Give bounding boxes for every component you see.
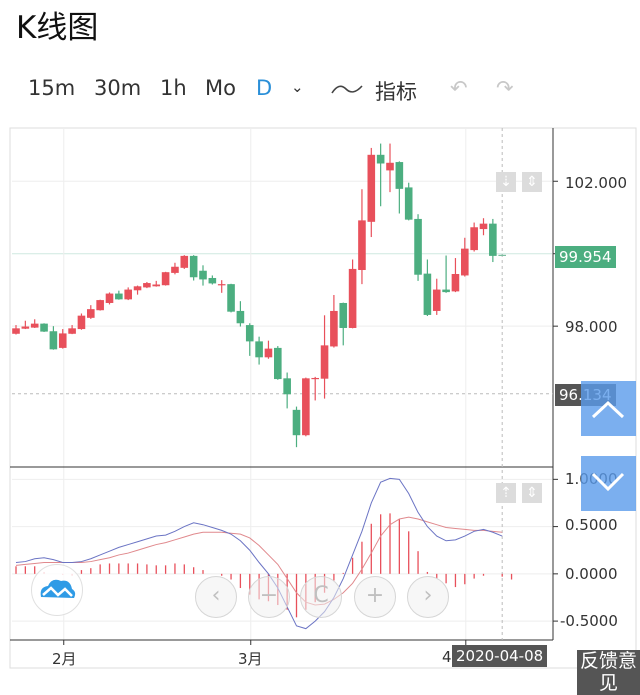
candle-body [479, 223, 488, 230]
candle-body [180, 255, 189, 268]
chevron-down-icon [591, 472, 625, 492]
candle-body [358, 220, 366, 271]
candle-body [451, 273, 460, 292]
candle-body [330, 310, 338, 347]
candle-body [274, 347, 282, 380]
candle-body [348, 268, 357, 328]
candle-body [40, 323, 48, 332]
chevron-up-icon [591, 400, 625, 419]
candle-body [489, 223, 497, 256]
candle-body [49, 331, 58, 350]
pan-left-button[interactable]: ‹ [195, 576, 237, 618]
candle-body [171, 266, 179, 273]
candle-body [442, 289, 450, 293]
candle-body [339, 302, 348, 328]
candle-body [432, 289, 441, 311]
arrows-vertical-icon[interactable]: ⇕ [522, 172, 542, 192]
scroll-down-button[interactable] [581, 456, 636, 511]
reset-button[interactable]: C [300, 576, 342, 618]
candle-body [414, 218, 422, 275]
candle-body [311, 377, 319, 380]
x-tick-label: 4 [442, 648, 452, 666]
macd-y-tick: 0.0000 [565, 565, 618, 583]
candle-body [498, 254, 506, 256]
candle-body [115, 293, 123, 300]
y-tick-label: 102.000 [565, 174, 628, 192]
macd-y-tick: -0.5000 [560, 612, 618, 630]
pan-right-button[interactable]: › [407, 576, 449, 618]
candle-body [105, 293, 114, 303]
candle-body [21, 326, 30, 329]
candle-body [199, 270, 207, 280]
scroll-up-button[interactable] [581, 381, 636, 436]
candle-body [189, 255, 198, 278]
zoom-out-button[interactable]: − [248, 576, 290, 618]
candle-body [292, 409, 301, 436]
candle-body [30, 323, 39, 328]
candle-body [133, 286, 142, 291]
candle-body [470, 227, 478, 251]
y-tick-label: 98.000 [565, 318, 618, 336]
candle-body [143, 283, 151, 288]
zoom-in-button[interactable]: + [354, 576, 396, 618]
candle-body [217, 284, 226, 286]
candle-body [96, 300, 104, 311]
candle-body [58, 333, 67, 348]
x-tick-label: 3月 [238, 650, 263, 668]
crosshair-date-label: 2020-04-08 [452, 645, 548, 667]
candle-body [367, 154, 376, 222]
macd-y-tick: 0.5000 [565, 516, 618, 534]
candle-body [404, 187, 413, 220]
arrow-up-icon[interactable]: ⇡ [496, 483, 516, 503]
feedback-button[interactable]: 反馈意见 [577, 650, 640, 695]
candle-body [264, 348, 273, 358]
arrow-down-icon[interactable]: ⇣ [496, 172, 516, 192]
candle-body [236, 310, 245, 324]
cloud-logo-icon [40, 579, 76, 598]
candle-body [161, 272, 170, 286]
last-price-label: 99.954 [555, 246, 616, 268]
candle-body [12, 328, 20, 334]
candle-body [461, 248, 469, 276]
candle-body [227, 284, 235, 312]
candle-body [423, 273, 432, 315]
candle-body [283, 378, 291, 395]
candle-body [124, 289, 132, 300]
candle-body [376, 154, 385, 164]
candle-body [245, 325, 254, 342]
candle-body [320, 345, 329, 379]
candle-body [255, 341, 263, 358]
candle-body [68, 328, 76, 334]
arrows-vertical-icon[interactable]: ⇕ [522, 483, 542, 503]
candle-body [152, 284, 161, 287]
candle-body [395, 162, 404, 189]
x-tick-label: 2月 [52, 650, 77, 668]
candle-body [87, 309, 95, 318]
candle-body [77, 315, 86, 330]
candle-body [386, 162, 394, 171]
candle-body [302, 378, 310, 436]
candle-body [208, 277, 217, 284]
logo-button[interactable] [31, 564, 83, 616]
